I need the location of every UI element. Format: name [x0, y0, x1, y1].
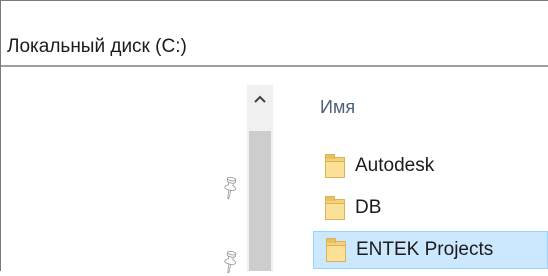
- address-bar[interactable]: Локальный диск (C:): [1, 1, 548, 65]
- list-item[interactable]: Autodesk: [313, 149, 548, 183]
- folder-icon: [325, 154, 345, 178]
- file-list: Имя Autodesk DB ENTEK Projects: [273, 67, 548, 271]
- column-header-name[interactable]: Имя: [320, 97, 355, 118]
- list-item-label: ENTEK Projects: [356, 239, 494, 260]
- address-path: Локальный диск (C:): [7, 36, 187, 57]
- list-item[interactable]: DB: [313, 191, 548, 225]
- folder-icon: [325, 196, 345, 220]
- explorer-window: Локальный диск (C:) 📌︎ 📌︎ Имя Autodesk D…: [0, 0, 548, 276]
- list-item-label: Autodesk: [355, 155, 435, 176]
- scroll-thumb[interactable]: [249, 131, 271, 271]
- folder-icon: [326, 238, 346, 262]
- list-item-selected[interactable]: ENTEK Projects: [313, 231, 548, 269]
- chevron-up-icon: [254, 95, 266, 103]
- nav-scrollbar[interactable]: [247, 85, 273, 271]
- list-item-label: DB: [355, 197, 382, 218]
- scroll-up-button[interactable]: [247, 85, 273, 113]
- navigation-pane: [1, 67, 247, 271]
